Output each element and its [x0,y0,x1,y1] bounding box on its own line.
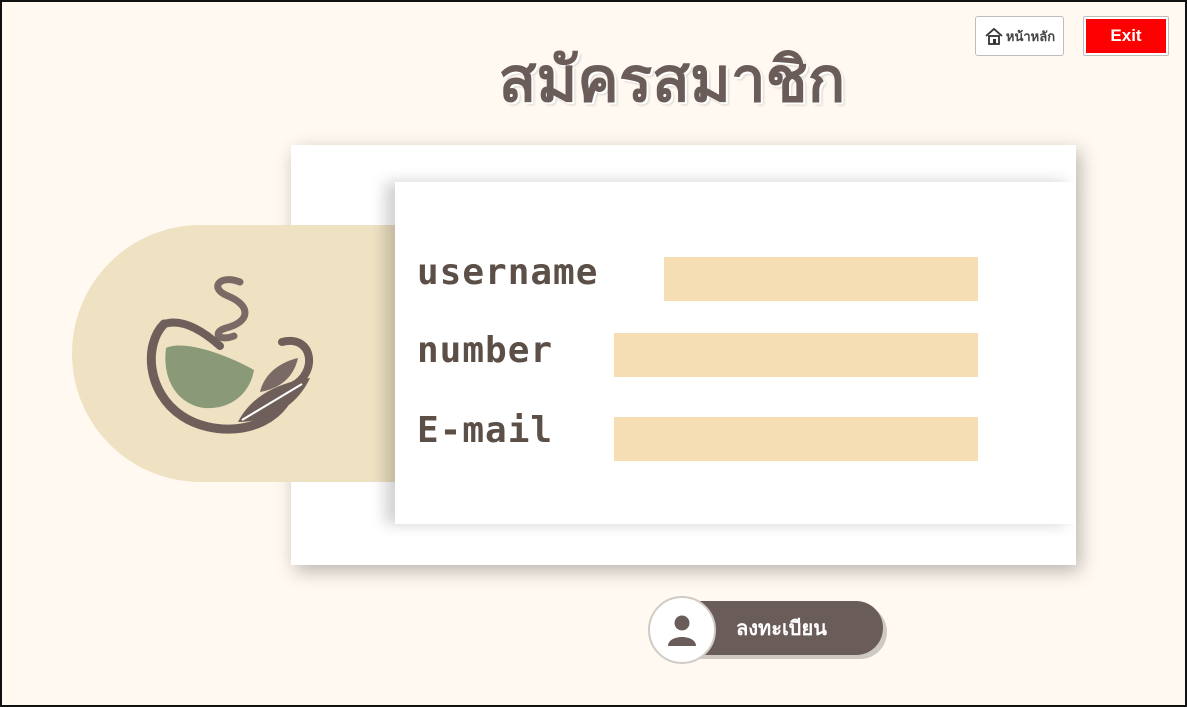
home-button-label: หน้าหลัก [1005,29,1056,45]
register-button-label: ลงทะเบียน [736,616,827,640]
number-label: number [417,330,554,371]
exit-button-label: Exit [1086,19,1166,53]
home-button[interactable]: หน้าหลัก [975,16,1064,56]
page-title: สมัครสมาชิก [498,43,846,116]
home-icon [984,26,1004,46]
username-input[interactable] [664,257,978,301]
email-input[interactable] [614,417,978,461]
exit-button[interactable]: Exit [1083,16,1169,56]
email-label: E-mail [417,410,554,451]
coffee-cup-logo-icon [142,274,317,436]
app-window: สมัครสมาชิก หน้าหลัก Exit username numbe… [0,0,1187,707]
username-label: username [417,252,599,293]
user-icon [648,596,716,664]
register-button[interactable]: ลงทะเบียน [648,596,888,664]
number-input[interactable] [614,333,978,377]
